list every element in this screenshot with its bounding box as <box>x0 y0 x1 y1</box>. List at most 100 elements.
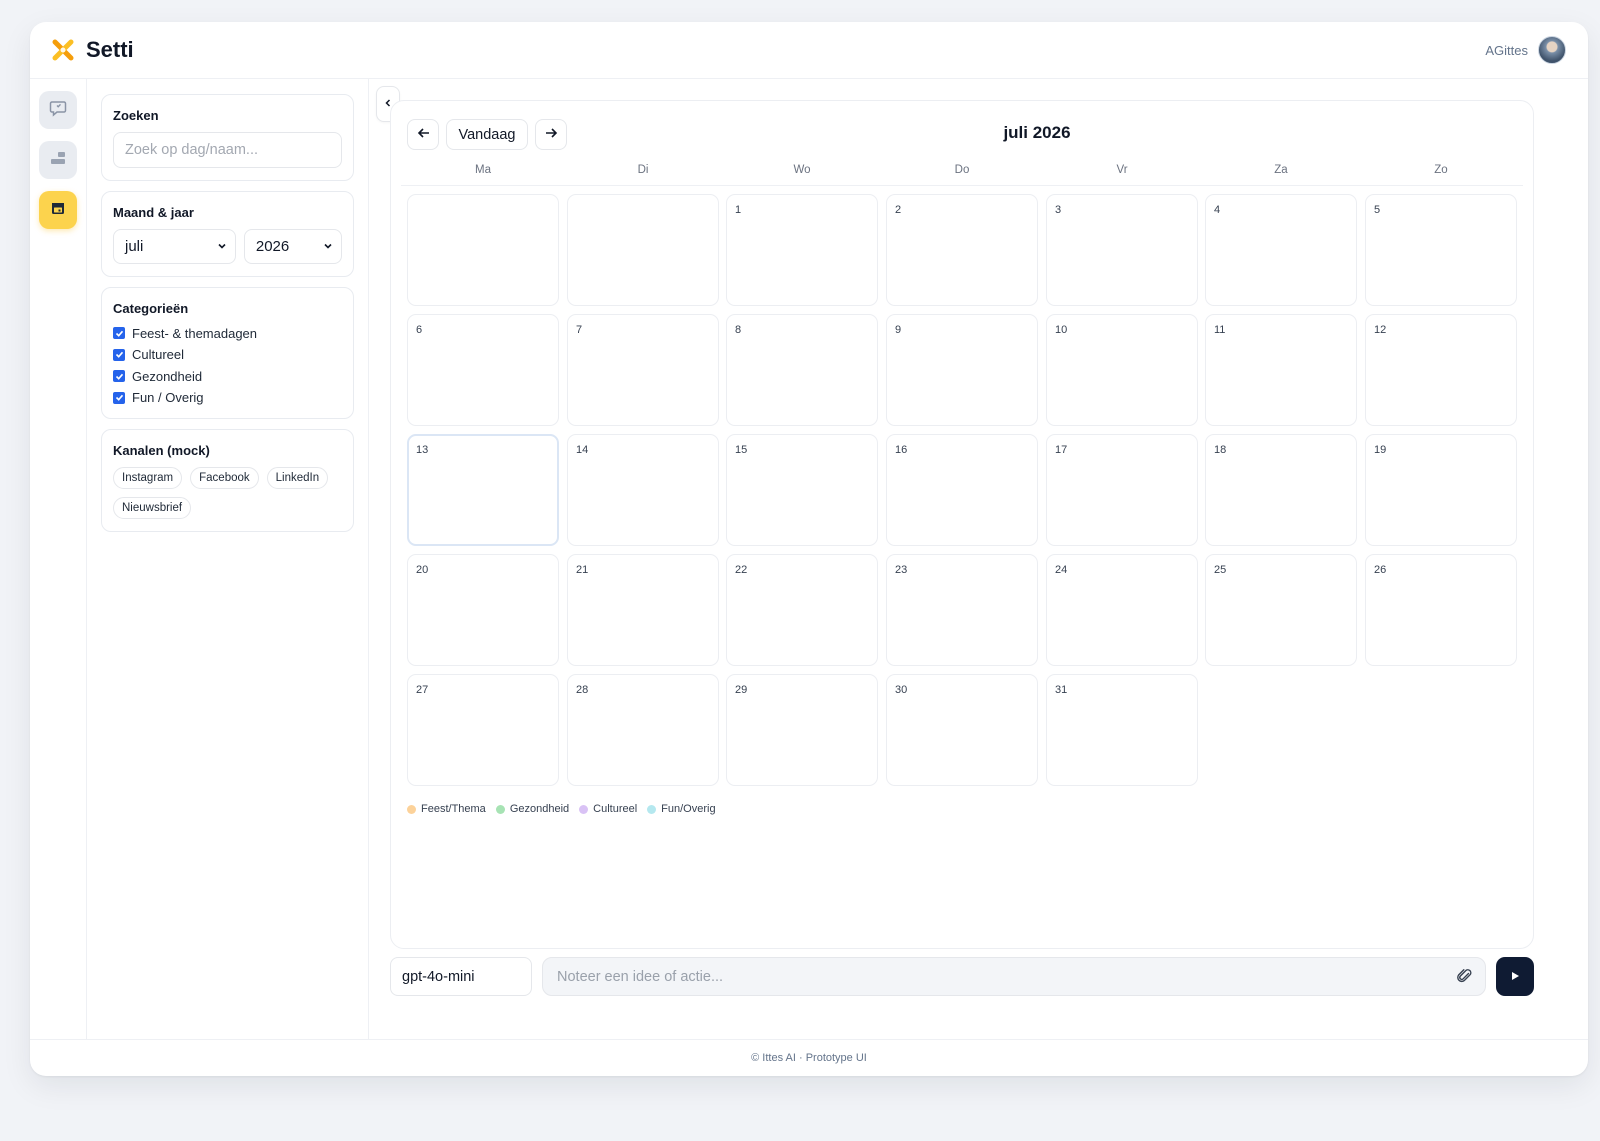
month-year-card: Maand & jaar juli 2026 <box>101 191 354 277</box>
weekday-label: Wo <box>793 164 811 176</box>
calendar-day[interactable]: 20 <box>407 554 559 666</box>
calendar-day[interactable]: 11 <box>1205 314 1357 426</box>
calendar-day[interactable]: 26 <box>1365 554 1517 666</box>
category-checkbox[interactable]: Feest- & themadagen <box>113 325 342 342</box>
calendar-day[interactable]: 5 <box>1365 194 1517 306</box>
calendar-day[interactable]: 30 <box>886 674 1038 786</box>
weekday-label: Di <box>637 164 649 176</box>
calendar-day[interactable]: 7 <box>567 314 719 426</box>
day-number: 30 <box>895 684 908 696</box>
channels-card: Kanalen (mock) Instagram Facebook Linked… <box>101 429 354 532</box>
calendar-day[interactable]: 8 <box>726 314 878 426</box>
calendar-day[interactable]: 18 <box>1205 434 1357 546</box>
day-number: 7 <box>576 324 583 336</box>
rail-chat-button[interactable] <box>39 91 77 129</box>
calendar-empty-day[interactable] <box>567 194 719 306</box>
channel-chip-nieuwsbrief[interactable]: Nieuwsbrief <box>113 497 192 519</box>
icon-rail <box>30 79 87 1039</box>
calendar-day[interactable]: 9 <box>886 314 1038 426</box>
search-input[interactable] <box>113 132 342 168</box>
calendar-day[interactable]: 17 <box>1046 434 1198 546</box>
calendar-day[interactable]: 27 <box>407 674 559 786</box>
day-number: 4 <box>1214 204 1221 216</box>
calendar-empty-day[interactable] <box>407 194 559 306</box>
legend-label: Cultureel <box>593 803 638 815</box>
calendar-day[interactable]: 31 <box>1046 674 1198 786</box>
day-number: 15 <box>735 444 748 456</box>
checkbox-checked-icon[interactable] <box>113 391 125 404</box>
day-number: 24 <box>1055 564 1068 576</box>
calendar-day[interactable]: 21 <box>567 554 719 666</box>
search-card: Zoeken <box>101 94 354 181</box>
paperclip-icon[interactable] <box>1456 967 1474 985</box>
channel-chip-facebook[interactable]: Facebook <box>190 467 259 489</box>
category-label: Gezondheid <box>132 368 203 384</box>
calendar-day[interactable]: 24 <box>1046 554 1198 666</box>
day-number: 12 <box>1374 324 1387 336</box>
channel-chip-instagram[interactable]: Instagram <box>113 467 183 489</box>
calendar-day[interactable]: 2 <box>886 194 1038 306</box>
category-checkbox[interactable]: Gezondheid <box>113 368 342 385</box>
calendar-day[interactable]: 12 <box>1365 314 1517 426</box>
day-number: 25 <box>1214 564 1227 576</box>
legend-item: Fun/Overig <box>647 803 716 815</box>
user-menu[interactable]: AGittes <box>1485 36 1566 64</box>
day-number: 14 <box>576 444 589 456</box>
day-number: 27 <box>416 684 429 696</box>
legend-item: Gezondheid <box>495 803 569 815</box>
year-select[interactable]: 2026 <box>243 229 342 264</box>
legend-label: Feest/Thema <box>421 803 486 815</box>
month-select-value: juli <box>125 238 144 255</box>
model-selector[interactable]: gpt-4o-mini <box>390 957 532 996</box>
category-label: Fun / Overig <box>132 390 204 406</box>
category-checkbox[interactable]: Fun / Overig <box>113 390 342 407</box>
legend-dot-icon <box>407 804 416 814</box>
calendar-day[interactable]: 19 <box>1365 434 1517 546</box>
day-number: 22 <box>735 564 748 576</box>
calendar-day[interactable]: 23 <box>886 554 1038 666</box>
channel-chip-linkedin[interactable]: LinkedIn <box>266 467 329 489</box>
checkbox-checked-icon[interactable] <box>113 348 125 361</box>
month-select[interactable]: juli <box>113 229 236 264</box>
day-number: 2 <box>895 204 902 216</box>
calendar-day[interactable]: 15 <box>726 434 878 546</box>
calendar-day[interactable]: 10 <box>1046 314 1198 426</box>
month-title: juli 2026 <box>1003 123 1071 142</box>
calendar-day[interactable]: 22 <box>726 554 878 666</box>
app-window: Setti AGittes Zoeken Zoek op dag/naam...… <box>30 22 1588 1076</box>
calendar-day[interactable]: 4 <box>1205 194 1357 306</box>
day-number: 28 <box>576 684 589 696</box>
calendar-card: Vandaag juli 2026 Ma Di Wo Do Vr Za Zo 1234567… <box>390 100 1534 949</box>
calendar-day[interactable]: 14 <box>567 434 719 546</box>
app-header: Setti AGittes <box>30 22 1588 79</box>
send-button[interactable] <box>1496 957 1534 996</box>
day-number: 21 <box>576 564 589 576</box>
rail-dashboard-button[interactable] <box>39 141 77 179</box>
legend-dot-icon <box>495 804 505 814</box>
category-label: Feest- & themadagen <box>132 325 258 341</box>
weekday-label: Vr <box>1116 164 1128 176</box>
logo-icon <box>52 39 74 61</box>
year-select-value: 2026 <box>255 238 290 255</box>
checkbox-checked-icon[interactable] <box>113 327 125 340</box>
calendar-day[interactable]: 13 <box>407 434 559 546</box>
calendar-day[interactable]: 28 <box>567 674 719 786</box>
day-number: 23 <box>895 564 908 576</box>
calendar-day[interactable]: 6 <box>407 314 559 426</box>
calendar-day[interactable]: 25 <box>1205 554 1357 666</box>
idea-input[interactable] <box>542 957 1486 996</box>
rail-calendar-button[interactable] <box>39 191 77 229</box>
calendar-day[interactable]: 16 <box>886 434 1038 546</box>
chevron-down-icon <box>323 238 333 255</box>
avatar[interactable] <box>1538 36 1566 64</box>
calendar-day[interactable]: 29 <box>726 674 878 786</box>
category-legend: Feest/Thema Gezondheid Cultureel Fun/Overig <box>407 803 716 815</box>
calendar-day[interactable]: 3 <box>1046 194 1198 306</box>
weekday-label: Zo <box>1434 164 1448 176</box>
calendar-day[interactable]: 1 <box>726 194 878 306</box>
category-checkbox[interactable]: Cultureel <box>113 347 342 364</box>
day-number: 29 <box>735 684 748 696</box>
day-number: 19 <box>1374 444 1387 456</box>
legend-item: Cultureel <box>579 803 637 815</box>
checkbox-checked-icon[interactable] <box>113 370 125 383</box>
